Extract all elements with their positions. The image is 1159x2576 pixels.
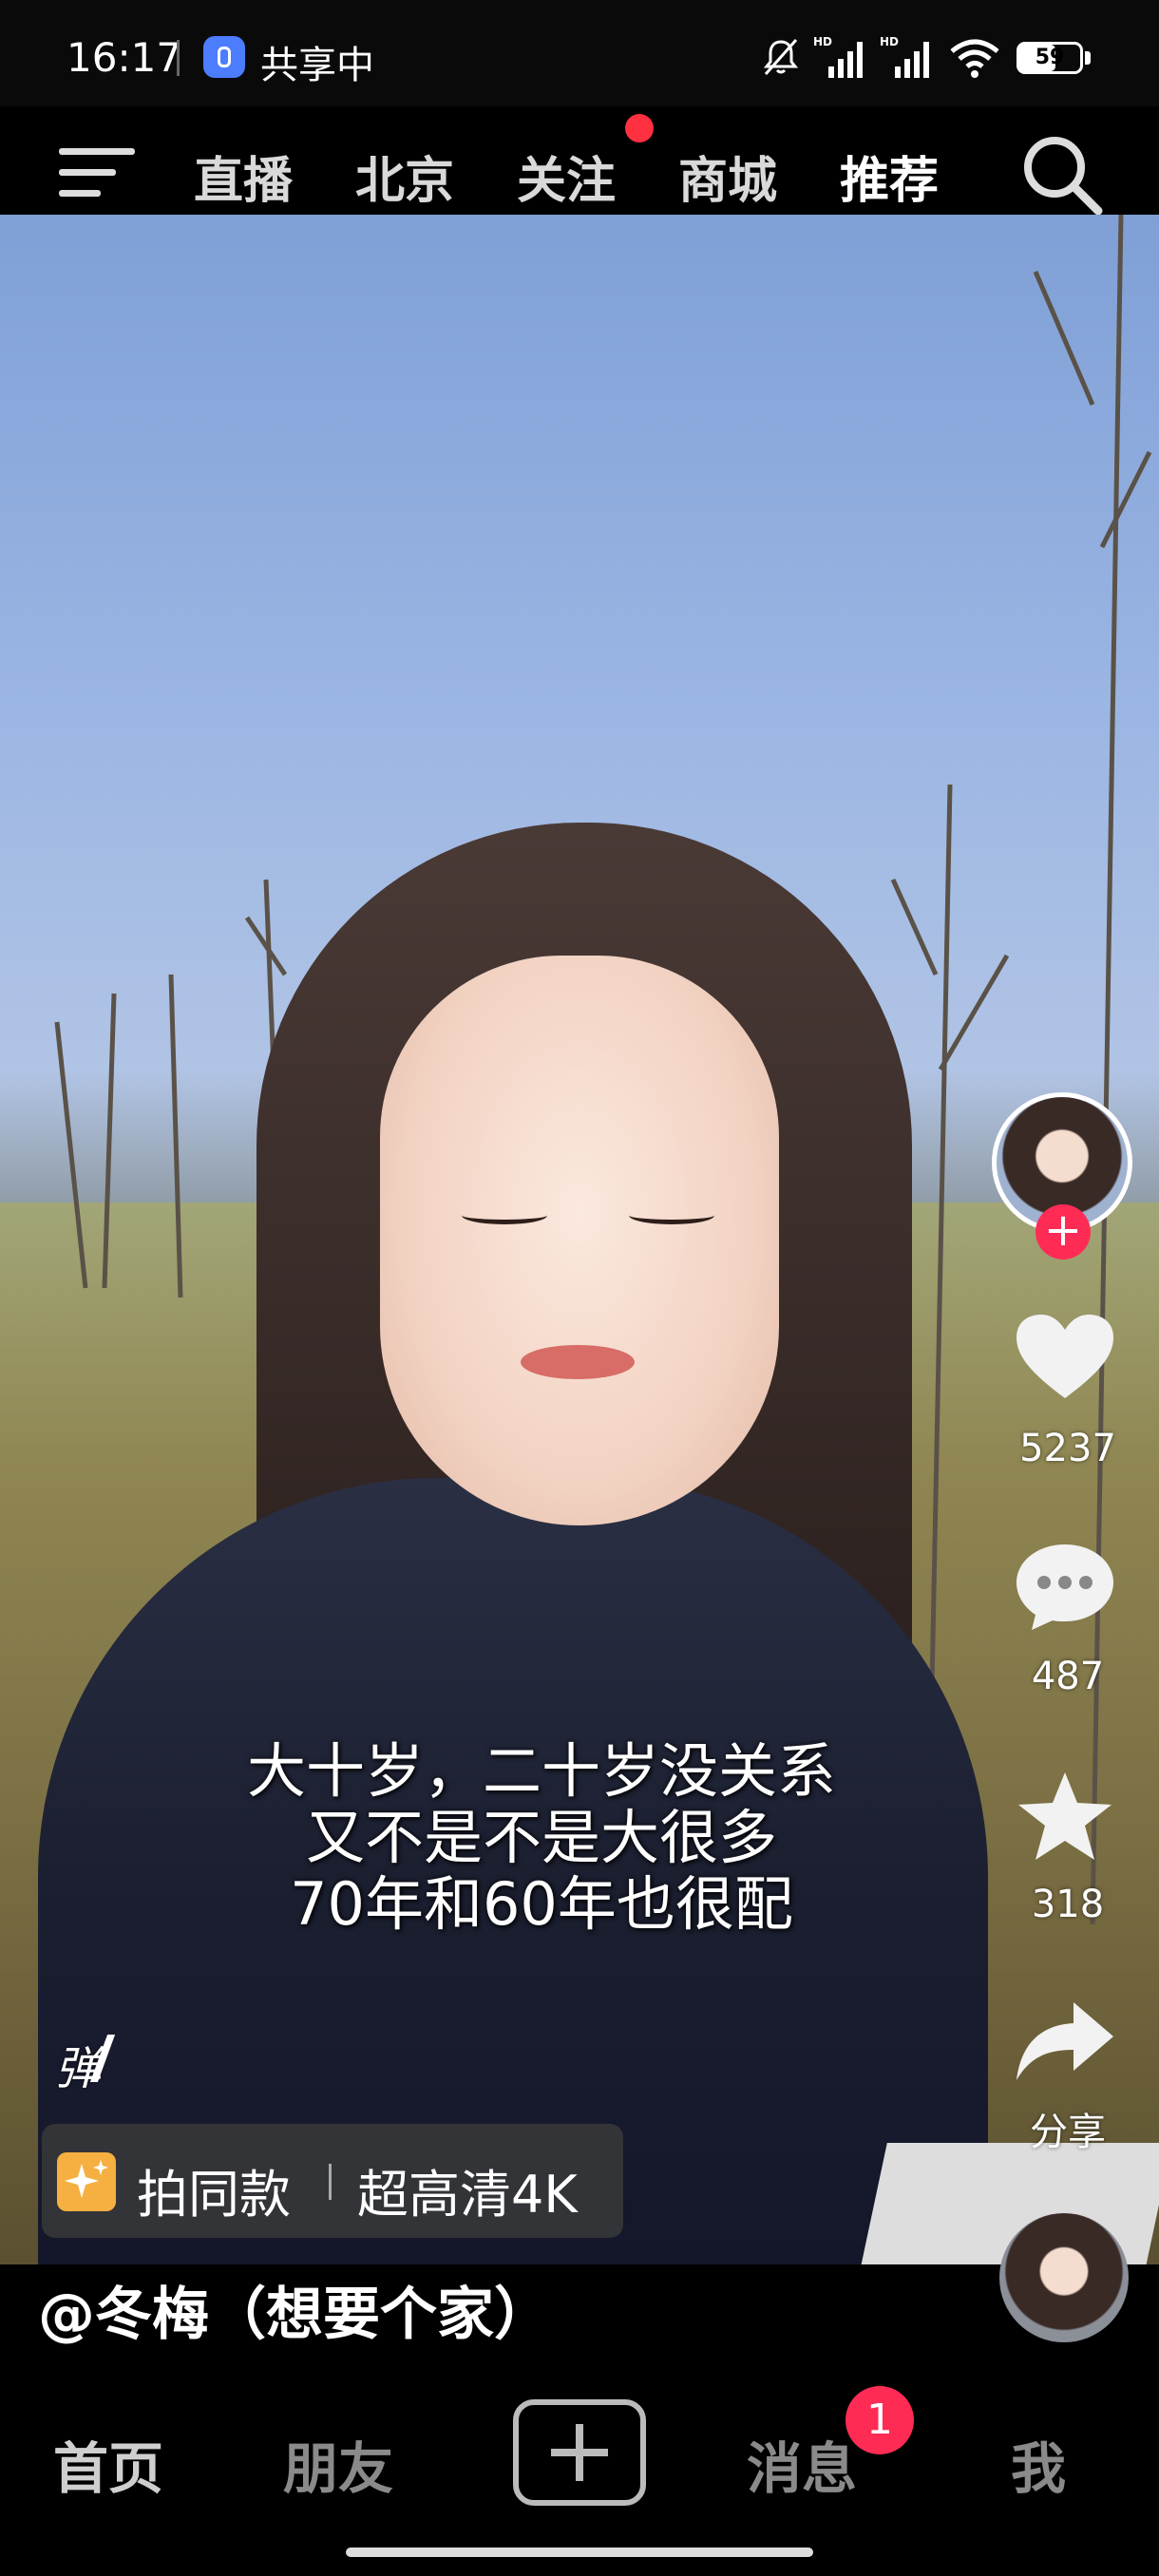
person-lips <box>521 1345 635 1379</box>
share-arrow-icon[interactable] <box>1013 1995 1117 2090</box>
heart-icon[interactable] <box>1013 1311 1117 1406</box>
pill-divider <box>329 2164 332 2200</box>
tab-live[interactable]: 直播 <box>194 141 293 212</box>
like-count: 5237 <box>1019 1427 1116 1470</box>
person-eye <box>462 1206 547 1224</box>
sparkle-icon <box>57 2152 116 2211</box>
quality-4k-button[interactable]: 超高清4K <box>357 2152 578 2227</box>
nav-home[interactable]: 首页 <box>53 2424 163 2504</box>
favorite-count: 318 <box>1031 1883 1105 1926</box>
comment-icon[interactable] <box>1013 1539 1117 1634</box>
tab-following[interactable]: 关注 <box>517 141 616 212</box>
same-template-button[interactable]: 拍同款 <box>137 2152 291 2227</box>
menu-icon[interactable] <box>59 144 137 201</box>
music-disc-avatar[interactable] <box>999 2213 1129 2342</box>
signal-hd-icon: HD <box>813 35 863 78</box>
wifi-icon <box>950 39 999 78</box>
share-label: 分享 <box>1030 2111 1106 2154</box>
caption-line: 又不是不是大很多 <box>305 1803 777 1872</box>
tab-mall[interactable]: 商城 <box>678 141 777 212</box>
comment-count: 487 <box>1031 1655 1105 1698</box>
svg-text:HD: HD <box>813 35 832 48</box>
home-indicator[interactable] <box>346 2548 813 2557</box>
video-caption: 大十岁，二十岁没关系 又不是不是大很多 70年和60年也很配 <box>0 1738 1083 1938</box>
person-face <box>380 956 779 1525</box>
follow-button[interactable]: + <box>1036 1204 1091 1260</box>
share-screen-icon <box>203 36 245 78</box>
plus-icon <box>576 2424 583 2481</box>
person-eye <box>629 1206 714 1224</box>
tab-local[interactable]: 北京 <box>355 141 454 212</box>
caption-line: 大十岁，二十岁没关系 <box>246 1736 836 1806</box>
sparkle-icon-glyph <box>65 2160 108 2198</box>
share-status-label: 共享中 <box>260 44 374 87</box>
caption-line: 70年和60年也很配 <box>290 1869 793 1939</box>
nav-me[interactable]: 我 <box>1011 2424 1066 2504</box>
message-badge: 1 <box>846 2386 914 2454</box>
battery-icon: 59 <box>1016 42 1083 74</box>
battery-percent: 59 <box>1035 46 1065 69</box>
danmu-toggle[interactable]: 弹 <box>55 2031 101 2097</box>
author-name[interactable]: @冬梅（想要个家） <box>38 2268 551 2351</box>
battery-tip <box>1085 51 1091 65</box>
nav-friends[interactable]: 朋友 <box>283 2424 393 2504</box>
star-icon[interactable] <box>1013 1769 1117 1864</box>
signal-hd-icon: HD <box>880 35 929 78</box>
nav-messages[interactable]: 消息 <box>747 2424 857 2504</box>
mute-bell-icon <box>763 39 799 75</box>
video-player[interactable] <box>0 215 1159 2264</box>
svg-text:HD: HD <box>880 35 899 48</box>
status-divider <box>177 40 180 76</box>
status-time: 16:17 <box>66 34 182 81</box>
tab-recommend[interactable]: 推荐 <box>840 141 939 212</box>
search-icon[interactable] <box>1018 131 1104 217</box>
notification-dot <box>625 114 654 142</box>
